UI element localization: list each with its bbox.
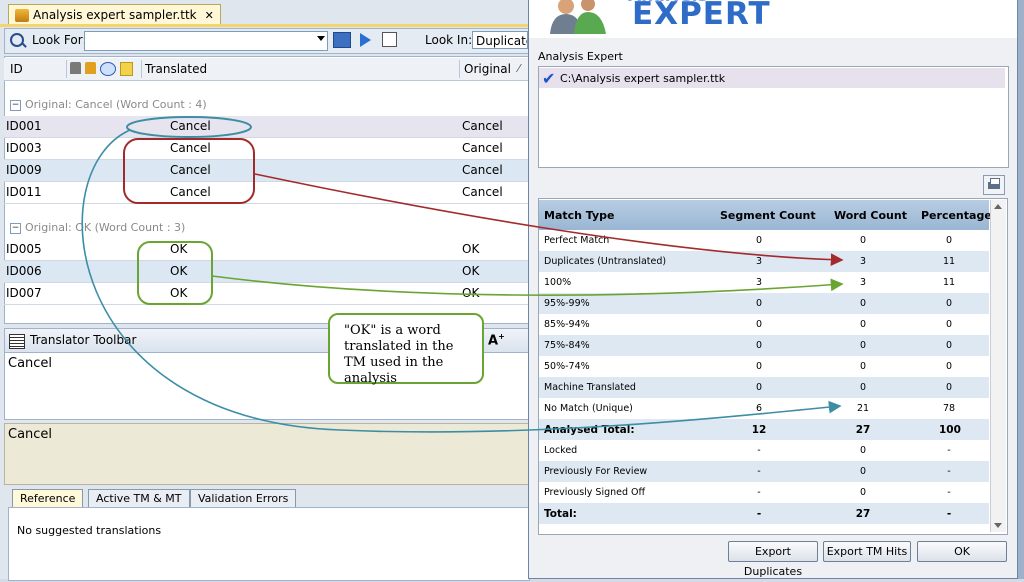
- red-highlight-box: [123, 138, 255, 204]
- blue-arrow: [81, 129, 842, 433]
- annotation-callout: "OK" is a word translated in the TM used…: [328, 313, 484, 386]
- green-arrow: [211, 275, 844, 296]
- green-highlight-box: [137, 241, 213, 305]
- red-arrow: [254, 173, 844, 267]
- annotation-layer: [81, 116, 844, 433]
- blue-highlight-ellipse: [126, 116, 252, 138]
